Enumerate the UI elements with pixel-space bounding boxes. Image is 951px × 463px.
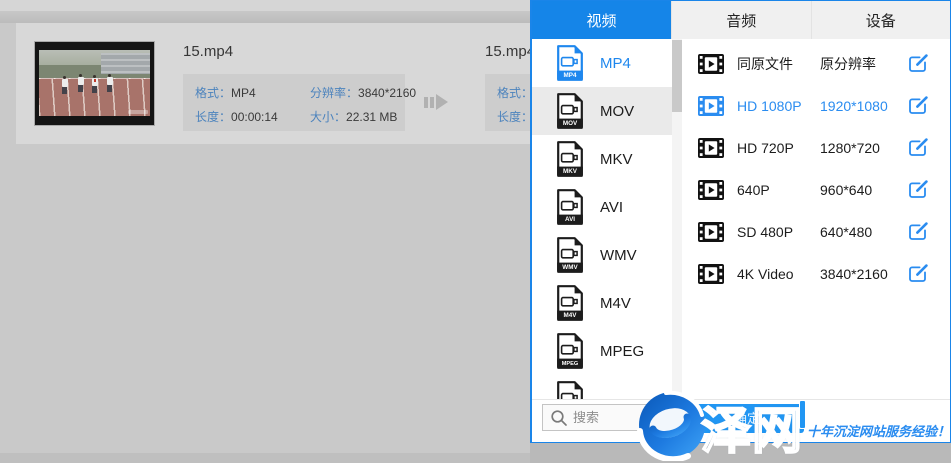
scrollbar-thumb[interactable] (672, 40, 682, 112)
duration-label: 长度： (497, 110, 530, 124)
profile-row-hd1080p[interactable]: HD 1080P 1920*1080 (682, 85, 950, 127)
profile-name: 640P (737, 182, 820, 198)
profile-name: HD 720P (737, 140, 820, 156)
format-item-mov[interactable]: MOV MOV (532, 87, 672, 135)
profile-name: 4K Video (737, 266, 820, 282)
format-item-wmv[interactable]: WMV WMV (532, 231, 672, 279)
resolution-label: 分辨率： (310, 86, 358, 100)
tab-audio[interactable]: 音频 (671, 1, 811, 39)
svg-text:MKV: MKV (563, 168, 578, 175)
format-item-mpeg[interactable]: MPEG MPEG (532, 327, 672, 375)
edit-profile-icon[interactable] (908, 138, 928, 158)
file-icon (556, 381, 584, 399)
format-item-label: MOV (600, 103, 634, 120)
mpeg-file-icon: MPEG (556, 333, 584, 369)
wmv-file-icon: WMV (556, 237, 584, 273)
format-list: MP4 MP4 MOV MOV MKV MKV AVI AVI WMV WMV … (532, 39, 672, 399)
format-item-m4v[interactable]: M4V M4V (532, 279, 672, 327)
film-icon (698, 96, 724, 116)
size-value: 22.31 MB (346, 110, 397, 124)
thumb-building (101, 53, 150, 73)
format-label: 格式： (195, 86, 231, 100)
thumb-person (91, 75, 98, 93)
format-item-label: AVI (600, 199, 623, 216)
format-item-label: MP4 (600, 55, 631, 72)
resolution-value: 3840*2160 (358, 86, 416, 100)
edit-profile-icon[interactable] (908, 54, 928, 74)
window-bottom-edge (0, 453, 530, 463)
video-thumbnail-frame (39, 50, 150, 116)
popup-tab-bar: 视频 音频 设备 (532, 1, 950, 39)
format-item-avi[interactable]: AVI AVI (532, 183, 672, 231)
profile-name: 同原文件 (737, 54, 820, 74)
file-list-row[interactable]: 15.mp4 格式：MP4 分辨率：3840*2160 长度：00:00:14 … (16, 23, 530, 144)
target-file-name: 15.mp4 (485, 43, 530, 60)
film-icon (698, 54, 724, 74)
search-icon (550, 409, 568, 427)
profile-resolution: 640*480 (820, 224, 908, 240)
profile-row-sd480p[interactable]: SD 480P 640*480 (682, 211, 950, 253)
svg-text:WMV: WMV (562, 264, 578, 271)
thumb-watermark (128, 110, 148, 114)
film-icon (698, 138, 724, 158)
zewang-watermark-text: 泽网 (701, 391, 803, 463)
profile-resolution: 原分辨率 (820, 54, 908, 74)
mov-file-icon: MOV (556, 93, 584, 129)
thumb-person (77, 74, 84, 92)
mp4-file-icon: MP4 (556, 45, 584, 81)
edit-profile-icon[interactable] (908, 96, 928, 116)
profile-name: HD 1080P (737, 98, 820, 114)
video-thumbnail (34, 41, 155, 126)
zewang-logo-icon (636, 389, 708, 461)
watermark-bracket (799, 400, 806, 429)
duration-value: 00:00:14 (231, 110, 278, 124)
format-item-label: M4V (600, 295, 631, 312)
format-label: 格式： (497, 86, 530, 100)
convert-arrow-icon (424, 94, 448, 110)
output-format-popup: 视频 音频 设备 MP4 MP4 MOV MOV MKV MKV AVI AVI… (530, 0, 951, 443)
thumb-person (61, 76, 68, 94)
svg-text:M4V: M4V (564, 312, 578, 319)
film-icon (698, 180, 724, 200)
tab-video[interactable]: 视频 (532, 1, 671, 39)
profile-resolution: 960*640 (820, 182, 908, 198)
target-file-info: 格式：mp4 长度：00:00:14 (485, 74, 530, 131)
thumb-person (106, 74, 113, 92)
profile-row-original[interactable]: 同原文件 原分辨率 (682, 43, 950, 85)
film-icon (698, 264, 724, 284)
svg-text:MP4: MP4 (564, 72, 577, 79)
size-label: 大小： (310, 110, 346, 124)
source-file-info: 格式：MP4 分辨率：3840*2160 长度：00:00:14 大小：22.3… (183, 74, 405, 131)
edit-profile-icon[interactable] (908, 180, 928, 200)
format-item-mkv[interactable]: MKV MKV (532, 135, 672, 183)
profile-resolution: 3840*2160 (820, 266, 908, 282)
watermark-slogan: 十年沉淀网站服务经验！ (807, 421, 950, 440)
source-file-name: 15.mp4 (183, 43, 233, 60)
avi-file-icon: AVI (556, 189, 584, 225)
duration-label: 长度： (195, 110, 231, 124)
edit-profile-icon[interactable] (908, 222, 928, 242)
profile-row-hd720p[interactable]: HD 720P 1280*720 (682, 127, 950, 169)
film-icon (698, 222, 724, 242)
svg-text:MPEG: MPEG (562, 361, 578, 367)
format-item-label: MPEG (600, 343, 644, 360)
m4v-file-icon: M4V (556, 285, 584, 321)
tab-device[interactable]: 设备 (811, 1, 951, 39)
format-item-label: WMV (600, 247, 637, 264)
profile-name: SD 480P (737, 224, 820, 240)
svg-text:MOV: MOV (563, 120, 578, 127)
format-value: MP4 (231, 86, 256, 100)
format-list-scrollbar[interactable] (672, 39, 682, 399)
profile-row-640p[interactable]: 640P 960*640 (682, 169, 950, 211)
profile-list: 同原文件 原分辨率 HD 1080P 1920*1080 HD 720P 128… (682, 39, 950, 399)
profile-row-4k[interactable]: 4K Video 3840*2160 (682, 253, 950, 295)
mkv-file-icon: MKV (556, 141, 584, 177)
edit-profile-icon[interactable] (908, 264, 928, 284)
svg-text:AVI: AVI (565, 216, 575, 223)
profile-resolution: 1920*1080 (820, 98, 908, 114)
profile-resolution: 1280*720 (820, 140, 908, 156)
format-item-mp4[interactable]: MP4 MP4 (532, 39, 672, 87)
format-item-label: MKV (600, 151, 633, 168)
